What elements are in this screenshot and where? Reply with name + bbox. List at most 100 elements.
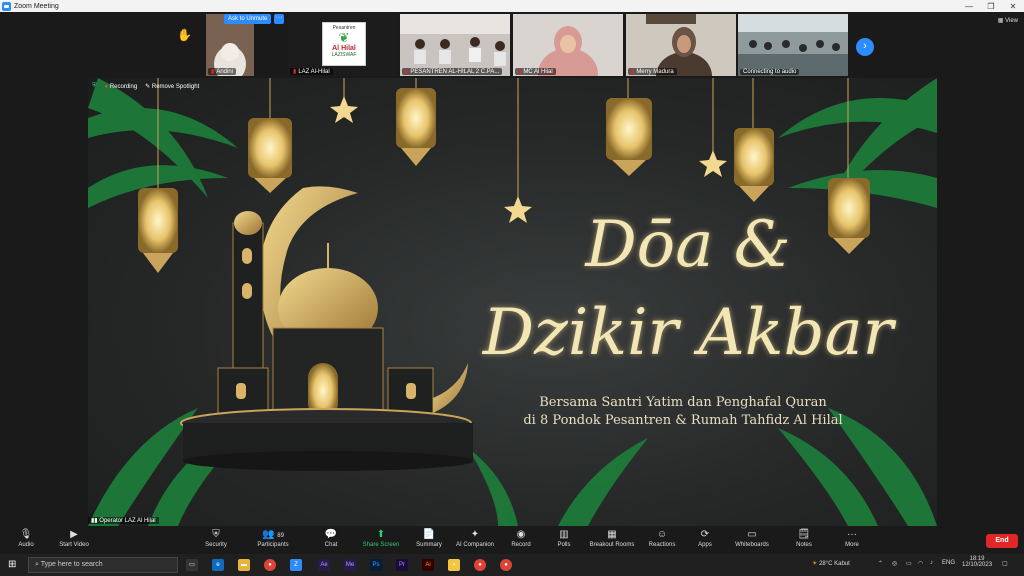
volume-icon[interactable]: ♪ (930, 560, 933, 566)
reactions-icon: ☺ (656, 529, 668, 540)
clock[interactable]: 18:19 12/10/2023 (962, 556, 992, 568)
chat-icon: 💬 (324, 529, 338, 540)
participant-tile-merry-madura[interactable]: ▮ Merry Madura (626, 14, 736, 76)
remove-spotlight-button[interactable]: ✎ Remove Spotlight (145, 83, 199, 90)
illustrator-icon[interactable]: Ai (422, 559, 434, 571)
security-button[interactable]: ⛨ Security (200, 528, 232, 548)
notes-icon: 🗒 (797, 529, 811, 540)
view-button[interactable]: ▦ View (998, 17, 1018, 24)
sticky-notes-icon[interactable]: ▪ (448, 559, 460, 571)
search-icon: ⌕ (35, 561, 39, 568)
participant-tile-connecting[interactable]: Connecting to audio (738, 14, 848, 76)
mosque-illustration (180, 186, 473, 471)
weather-sun-icon: ☀ (812, 561, 818, 567)
audio-button[interactable]: 🎙 Audio (12, 528, 40, 548)
weather-widget[interactable]: ☀ 28°C Kabut (812, 560, 850, 567)
mic-muted-icon: ▮ (211, 69, 215, 75)
notes-button[interactable]: 🗒 Notes (790, 528, 818, 548)
photoshop-icon[interactable]: Ps (370, 559, 382, 571)
al-hilal-logo: Pesantren ❦ Al Hilal LAZISWAF (322, 22, 366, 66)
mic-muted-icon: ▮ (518, 69, 522, 75)
participant-name: Connecting to audio (740, 69, 800, 75)
zoom-app-icon (2, 1, 11, 11)
more-button[interactable]: ··· More (838, 528, 866, 548)
share-screen-icon: ⬆ (376, 529, 386, 540)
restore-icon[interactable]: ❐ (980, 2, 1002, 11)
record-dot-icon: ● (104, 83, 109, 90)
participants-icon: 👥 89 (262, 529, 284, 540)
mic-muted-icon: ▮ (405, 69, 409, 75)
chrome-profile-icon[interactable]: ● (474, 559, 486, 571)
language-indicator[interactable]: ENG (942, 560, 955, 566)
title-bar: Zoom Meeting — ❐ ✕ (0, 0, 1024, 12)
leaf-icon: ❦ (338, 30, 350, 45)
close-icon[interactable]: ✕ (1002, 2, 1024, 11)
taskbar-search-input[interactable]: ⌕ Type here to search (28, 557, 178, 573)
zoom-window: Zoom Meeting — ❐ ✕ ✋ ▮ Andini Ask to Unmu… (0, 0, 1024, 576)
gallery-next-button[interactable]: › (856, 38, 874, 56)
spotlight-participant-name: ▮▮ Operator LAZ Al Hilal (88, 517, 159, 524)
wifi-icon[interactable]: ◠ (918, 560, 923, 567)
event-title-line2: Dzikir Akbar (482, 296, 894, 370)
more-dots-icon: ··· (847, 529, 857, 540)
stage-status-bar: ⛨ ● Recording ✎ Remove Spotlight (92, 83, 199, 90)
apps-button[interactable]: ⟳ Apps (692, 528, 718, 548)
window-title: Zoom Meeting (14, 2, 59, 10)
participant-video (626, 14, 736, 76)
summary-button[interactable]: 📄 Summary (412, 528, 446, 548)
star-decorations (330, 96, 727, 223)
ask-to-unmute-button[interactable]: Ask to Unmute (224, 14, 272, 24)
spotlight-video: ⛨ ● Recording ✎ Remove Spotlight Dōa & D… (88, 78, 937, 526)
mic-muted-icon: ▮ (293, 69, 297, 75)
whiteboard-icon: ▭ (747, 529, 757, 540)
participant-tile-mc-al-hilal[interactable]: ▮ MC Al Hilal (513, 14, 623, 76)
windows-start-icon[interactable]: ⊞ (8, 559, 16, 570)
polls-icon: ▥ (559, 529, 569, 540)
battery-icon[interactable]: ▭ (906, 560, 912, 567)
microphone-icon: 🎙 (19, 529, 33, 540)
after-effects-icon[interactable]: Ae (318, 559, 330, 571)
end-meeting-button[interactable]: End (986, 534, 1018, 548)
recording-indicator[interactable]: ● Recording (105, 84, 138, 90)
share-screen-button[interactable]: ⬆ Share Screen (360, 528, 402, 548)
participant-name: ▮ PESANTREN AL-HILAL 2 C.PA... (402, 68, 503, 75)
zoom-taskbar-icon[interactable]: Z (290, 559, 302, 571)
participant-name: ▮ Andini (208, 68, 236, 75)
participant-name: ▮ MC Al Hilal (515, 68, 556, 75)
tile-more-button[interactable]: ··· (274, 14, 284, 24)
edge-icon[interactable]: e (212, 559, 224, 571)
premiere-icon[interactable]: Pr (396, 559, 408, 571)
notifications-icon[interactable]: ▢ (1002, 560, 1008, 567)
chrome-profile-2-icon[interactable]: ● (500, 559, 512, 571)
file-explorer-icon[interactable]: ▬ (238, 559, 250, 571)
video-off-icon: ▶ (70, 529, 78, 540)
record-button[interactable]: ◉ Record (506, 528, 536, 548)
start-video-button[interactable]: ▶ Start Video (54, 528, 94, 548)
participant-video (738, 14, 848, 76)
breakout-rooms-button[interactable]: ▦ Breakout Rooms (586, 528, 638, 548)
minimize-icon[interactable]: — (958, 2, 980, 11)
participant-video (400, 14, 510, 76)
event-title-line1: Dōa & (585, 208, 791, 282)
media-encoder-icon[interactable]: Me (344, 559, 356, 571)
whiteboards-button[interactable]: ▭ Whiteboards (730, 528, 774, 548)
breakout-rooms-icon: ▦ (607, 529, 617, 540)
mic-muted-icon: ▮ (631, 69, 635, 75)
windows-taskbar: ⊞ ⌕ Type here to search ▭ e ▬ ● Z Ae Me … (0, 554, 1024, 576)
participant-tile-pesantren[interactable]: ▮ PESANTREN AL-HILAL 2 C.PA... (400, 14, 510, 76)
shield-icon: ⛨ (212, 529, 220, 540)
reactions-button[interactable]: ☺ Reactions (644, 528, 680, 548)
network-icon[interactable]: ◎ (892, 560, 897, 567)
event-subtitle: Bersama Santri Yatim dan Penghafal Quran… (523, 395, 843, 428)
chrome-icon[interactable]: ● (264, 559, 276, 571)
participant-tile-laz-al-hilal[interactable]: Pesantren ❦ Al Hilal LAZISWAF ▮ LAZ Al-Hi… (288, 14, 396, 76)
polls-button[interactable]: ▥ Polls (550, 528, 578, 548)
chat-button[interactable]: 💬 Chat (318, 528, 344, 548)
participants-button[interactable]: 👥 89 Participants (252, 528, 294, 548)
ai-companion-button[interactable]: ✦ AI Companion (452, 528, 498, 548)
summary-icon: 📄 (422, 529, 436, 540)
raised-hand-icon: ✋ (177, 28, 192, 42)
task-view-icon[interactable]: ▭ (186, 559, 198, 571)
sparkle-icon: ✦ (470, 529, 480, 540)
tray-chevron-icon[interactable]: ⌃ (878, 560, 883, 567)
